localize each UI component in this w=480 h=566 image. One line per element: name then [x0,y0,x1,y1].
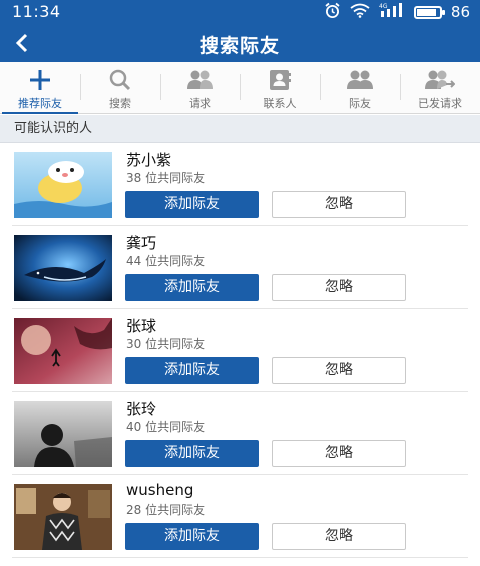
tab-recommended[interactable]: 推荐际友 [0,62,80,114]
tab-contacts[interactable]: 联系人 [240,62,320,113]
person-name: 张球 [126,317,157,335]
tab-label: 联系人 [263,97,297,110]
ignore-button[interactable]: 忽略 [272,523,406,550]
battery-fill [416,8,436,16]
title-bar: 搜索际友 [0,24,480,62]
divider [12,557,468,558]
status-icons: 4G 86 [324,2,470,23]
mutual-friends-count: 28 位共同际友 [126,503,206,517]
avatar[interactable] [14,318,112,384]
tab-label: 际友 [349,97,371,110]
sent-request-icon [425,68,455,92]
list-item: 苏小紫 38 位共同际友 添加际友 忽略 [0,143,480,226]
tab-requests[interactable]: 请求 [160,62,240,113]
alarm-icon [324,2,341,23]
avatar[interactable] [14,235,112,301]
tab-label: 搜索 [109,97,131,110]
person-name: wusheng [126,481,194,499]
mutual-friends-count: 30 位共同际友 [126,337,206,351]
tab-search[interactable]: 搜索 [80,62,160,113]
contacts-icon [265,68,295,92]
person-name: 龚巧 [126,234,157,252]
mutual-friends-count: 44 位共同际友 [126,254,206,268]
person-name: 张玲 [126,400,157,418]
tab-bar: 推荐际友 搜索 请求 联系人 际友 已发请求 [0,62,480,114]
list-item: wusheng 28 位共同际友 添加际友 忽略 [0,475,480,558]
person-name: 苏小紫 [126,151,172,169]
tab-friends[interactable]: 际友 [320,62,400,113]
mutual-friends-count: 40 位共同际友 [126,420,206,434]
avatar[interactable] [14,401,112,467]
section-header: 可能认识的人 [0,115,480,143]
mutual-friends-count: 38 位共同际友 [126,171,206,185]
ignore-button[interactable]: 忽略 [272,274,406,301]
network-label: 4G [379,3,388,10]
avatar[interactable] [14,484,112,550]
ignore-button[interactable]: 忽略 [272,357,406,384]
search-icon [105,68,135,92]
add-friend-button[interactable]: 添加际友 [125,523,259,550]
status-bar: 11:34 4G 86 [0,0,480,24]
ignore-button[interactable]: 忽略 [272,191,406,218]
friends-icon [345,68,375,92]
list-item: 张球 30 位共同际友 添加际友 忽略 [0,309,480,392]
battery-icon [413,5,445,19]
list-item: 龚巧 44 位共同际友 添加际友 忽略 [0,226,480,309]
wifi-icon [350,3,370,22]
tab-label: 请求 [189,97,211,110]
tab-sent-requests[interactable]: 已发请求 [400,62,480,113]
tab-label: 推荐际友 [18,97,62,110]
people-request-icon [185,68,215,92]
signal-icon: 4G [379,2,405,22]
avatar[interactable] [14,152,112,218]
tab-label: 已发请求 [418,97,462,110]
page-title: 搜索际友 [199,35,280,57]
ignore-button[interactable]: 忽略 [272,440,406,467]
add-friend-button[interactable]: 添加际友 [125,440,259,467]
add-friend-button[interactable]: 添加际友 [125,357,259,384]
add-friend-button[interactable]: 添加际友 [125,191,259,218]
battery-percent: 86 [450,3,470,21]
list-item: 张玲 40 位共同际友 添加际友 忽略 [0,392,480,475]
status-time: 11:34 [12,2,61,21]
plus-icon [25,68,55,92]
add-friend-button[interactable]: 添加际友 [125,274,259,301]
